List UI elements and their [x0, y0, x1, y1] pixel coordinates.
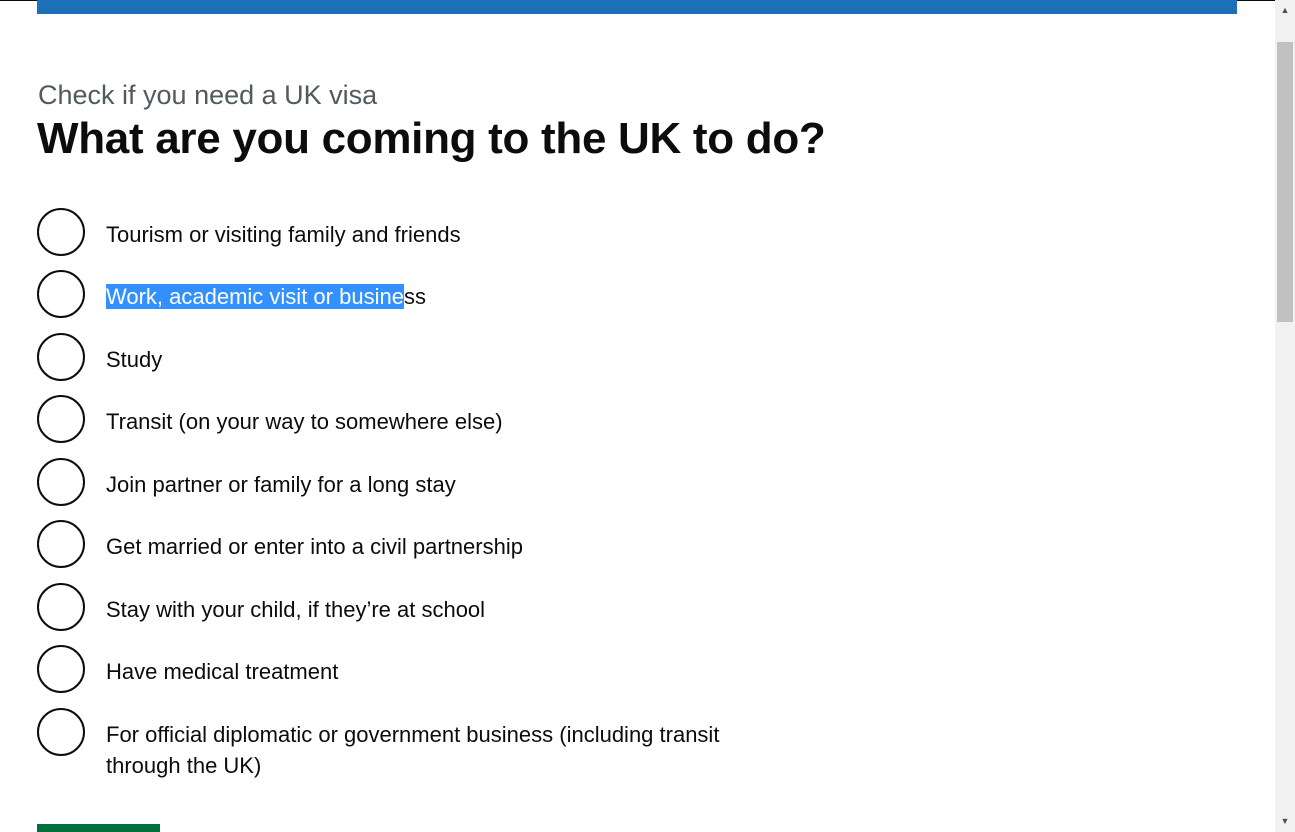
unselected-text: ss	[403, 284, 426, 309]
purpose-radio-group: Tourism or visiting family and friends W…	[37, 208, 837, 781]
triangle-down-icon[interactable]: ▼	[1275, 813, 1295, 830]
radio-button[interactable]	[37, 708, 85, 756]
radio-label[interactable]: Work, academic visit or business	[106, 270, 426, 312]
radio-button[interactable]	[37, 458, 85, 506]
radio-option-marriage[interactable]: Get married or enter into a civil partne…	[37, 520, 837, 583]
radio-option-child-school[interactable]: Stay with your child, if they’re at scho…	[37, 583, 837, 645]
page-title: What are you coming to the UK to do?	[37, 114, 826, 163]
radio-button[interactable]	[37, 645, 85, 693]
radio-label[interactable]: Join partner or family for a long stay	[106, 458, 456, 500]
radio-option-tourism[interactable]: Tourism or visiting family and friends	[37, 208, 837, 270]
selected-text: Work, academic visit or busine	[106, 284, 404, 309]
header-bar	[37, 0, 1237, 14]
radio-option-join-family[interactable]: Join partner or family for a long stay	[37, 458, 837, 520]
radio-button[interactable]	[37, 520, 85, 568]
radio-option-medical[interactable]: Have medical treatment	[37, 645, 837, 708]
radio-label[interactable]: Stay with your child, if they’re at scho…	[106, 583, 485, 625]
radio-label[interactable]: Study	[106, 333, 162, 375]
radio-label[interactable]: Transit (on your way to somewhere else)	[106, 395, 503, 437]
radio-option-diplomatic[interactable]: For official diplomatic or government bu…	[37, 708, 837, 781]
radio-button[interactable]	[37, 333, 85, 381]
triangle-up-icon[interactable]: ▲	[1275, 2, 1295, 19]
radio-label[interactable]: For official diplomatic or government bu…	[106, 708, 766, 781]
vertical-scrollbar[interactable]: ▲ ▼	[1275, 0, 1295, 832]
scrollbar-thumb[interactable]	[1277, 42, 1293, 322]
radio-option-work[interactable]: Work, academic visit or business	[37, 270, 837, 333]
radio-button[interactable]	[37, 208, 85, 256]
radio-button[interactable]	[37, 583, 85, 631]
page-caption: Check if you need a UK visa	[38, 80, 378, 110]
continue-button[interactable]	[37, 824, 160, 832]
radio-button[interactable]	[37, 395, 85, 443]
radio-label[interactable]: Tourism or visiting family and friends	[106, 208, 461, 250]
radio-option-transit[interactable]: Transit (on your way to somewhere else)	[37, 395, 837, 458]
radio-button[interactable]	[37, 270, 85, 318]
radio-label[interactable]: Get married or enter into a civil partne…	[106, 520, 523, 562]
radio-option-study[interactable]: Study	[37, 333, 837, 395]
radio-label[interactable]: Have medical treatment	[106, 645, 338, 687]
page: Check if you need a UK visa What are you…	[0, 0, 1295, 832]
